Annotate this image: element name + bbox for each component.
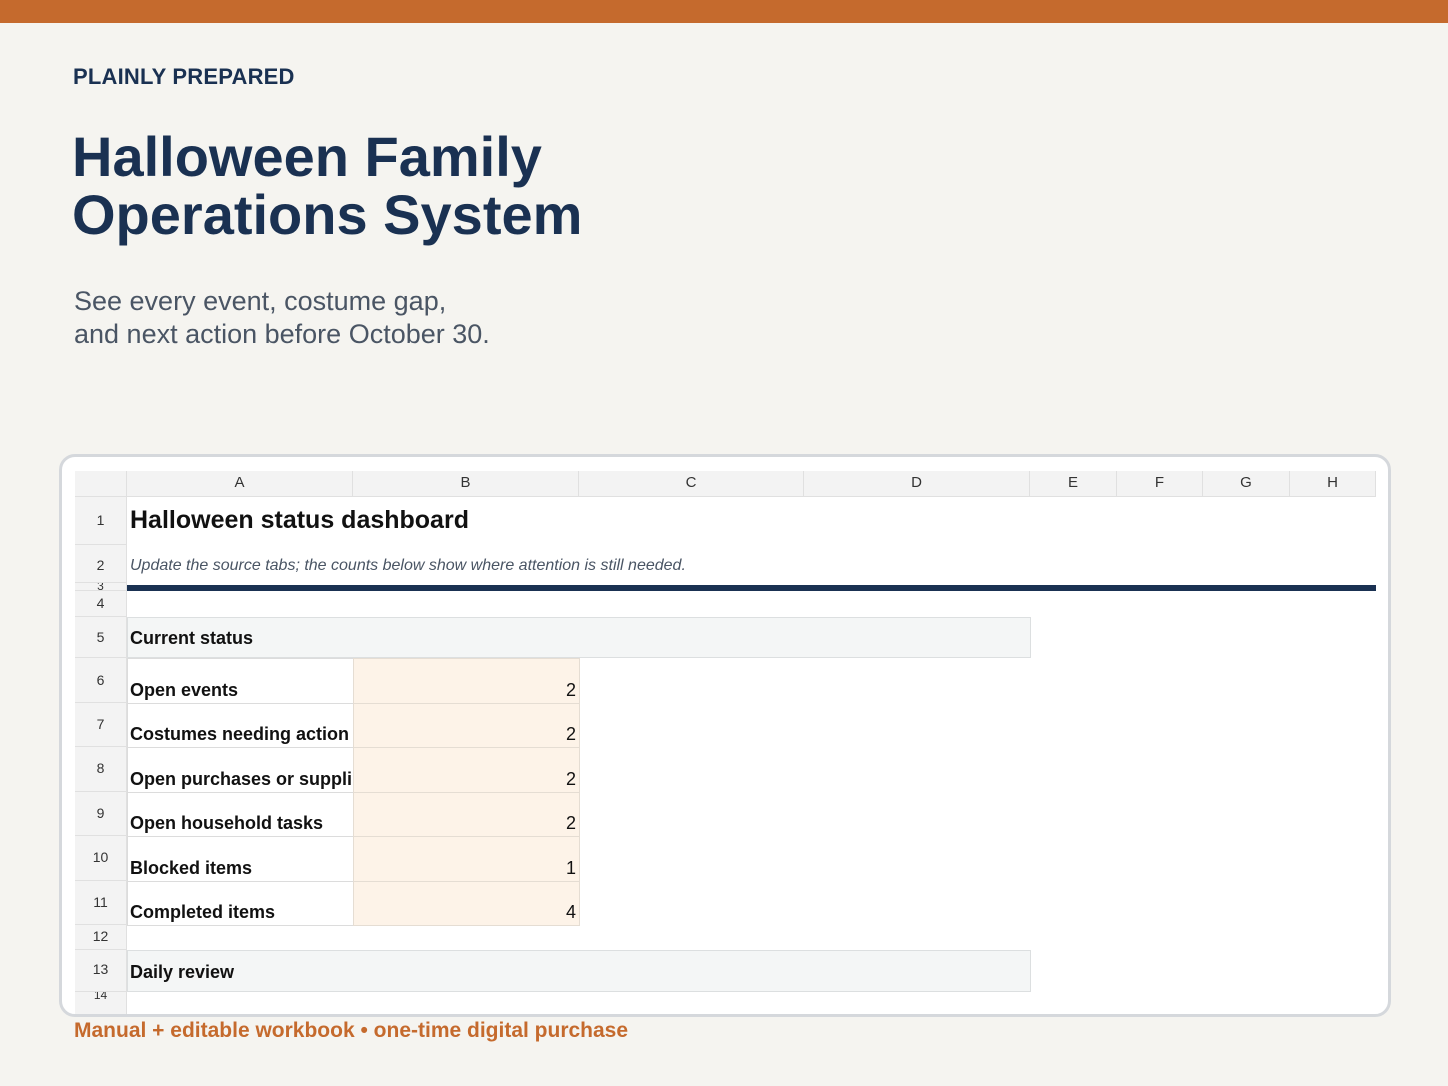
daily-review-header[interactable]: Daily review	[130, 962, 234, 983]
spreadsheet-grid: A B C D E F G H 1 2 3 4 5 6 7 8 9 10 11 …	[62, 457, 1388, 1014]
section-divider	[127, 585, 1376, 591]
column-header-d[interactable]: D	[804, 471, 1030, 497]
page-subtitle: See every event, costume gap, and next a…	[74, 285, 490, 351]
status-value-purchases: 2	[565, 769, 576, 789]
column-header-a[interactable]: A	[127, 471, 353, 497]
column-header-h[interactable]: H	[1290, 471, 1376, 497]
current-status-band	[127, 617, 1031, 658]
row-header-1[interactable]: 1	[75, 497, 127, 545]
row-header-6[interactable]: 6	[75, 658, 127, 703]
daily-review-band	[127, 950, 1031, 992]
dashboard-title[interactable]: Halloween status dashboard	[130, 506, 469, 535]
row-header-14[interactable]: 14	[75, 992, 127, 1014]
status-value-household: 2	[565, 813, 576, 833]
row-header-2[interactable]: 2	[75, 545, 127, 583]
column-header-g[interactable]: G	[1203, 471, 1290, 497]
status-value-open-events: 2	[565, 680, 576, 700]
status-label-purchases: Open purchases or supplies	[130, 769, 352, 789]
title-line-2: Operations System	[72, 183, 583, 246]
dashboard-note[interactable]: Update the source tabs; the counts below…	[130, 557, 686, 575]
column-header-b[interactable]: B	[353, 471, 579, 497]
row-header-9[interactable]: 9	[75, 792, 127, 836]
row-header-5[interactable]: 5	[75, 617, 127, 658]
status-label-completed: Completed items	[130, 902, 276, 922]
subtitle-line-1: See every event, costume gap,	[74, 286, 447, 316]
row-header-13[interactable]: 13	[75, 950, 127, 992]
row-header-4[interactable]: 4	[75, 591, 127, 617]
current-status-header[interactable]: Current status	[130, 628, 253, 649]
spreadsheet-preview: A B C D E F G H 1 2 3 4 5 6 7 8 9 10 11 …	[59, 454, 1391, 1017]
row-header-10[interactable]: 10	[75, 836, 127, 881]
status-value-blocked: 1	[565, 858, 576, 878]
row-header-11[interactable]: 11	[75, 881, 127, 925]
row-header-7[interactable]: 7	[75, 703, 127, 747]
row-header-12[interactable]: 12	[75, 925, 127, 950]
footer-tagline: Manual + editable workbook • one-time di…	[74, 1019, 629, 1042]
row-header-3[interactable]: 3	[75, 583, 127, 591]
brand-label: PLAINLY PREPARED	[73, 64, 295, 89]
column-header-e[interactable]: E	[1030, 471, 1117, 497]
status-value-costumes: 2	[565, 724, 576, 744]
title-line-1: Halloween Family	[72, 125, 542, 188]
status-label-costumes: Costumes needing action	[130, 724, 350, 744]
status-label-household: Open household tasks	[130, 813, 324, 833]
column-header-c[interactable]: C	[579, 471, 804, 497]
status-label-open-events: Open events	[130, 680, 239, 700]
page-title: Halloween Family Operations System	[72, 128, 582, 244]
row-header-8[interactable]: 8	[75, 747, 127, 792]
subtitle-line-2: and next action before October 30.	[74, 319, 490, 349]
status-value-completed: 4	[565, 902, 576, 922]
column-header-f[interactable]: F	[1117, 471, 1203, 497]
status-label-blocked: Blocked items	[130, 858, 253, 878]
corner-header[interactable]	[75, 471, 127, 497]
top-accent-bar	[0, 0, 1448, 23]
